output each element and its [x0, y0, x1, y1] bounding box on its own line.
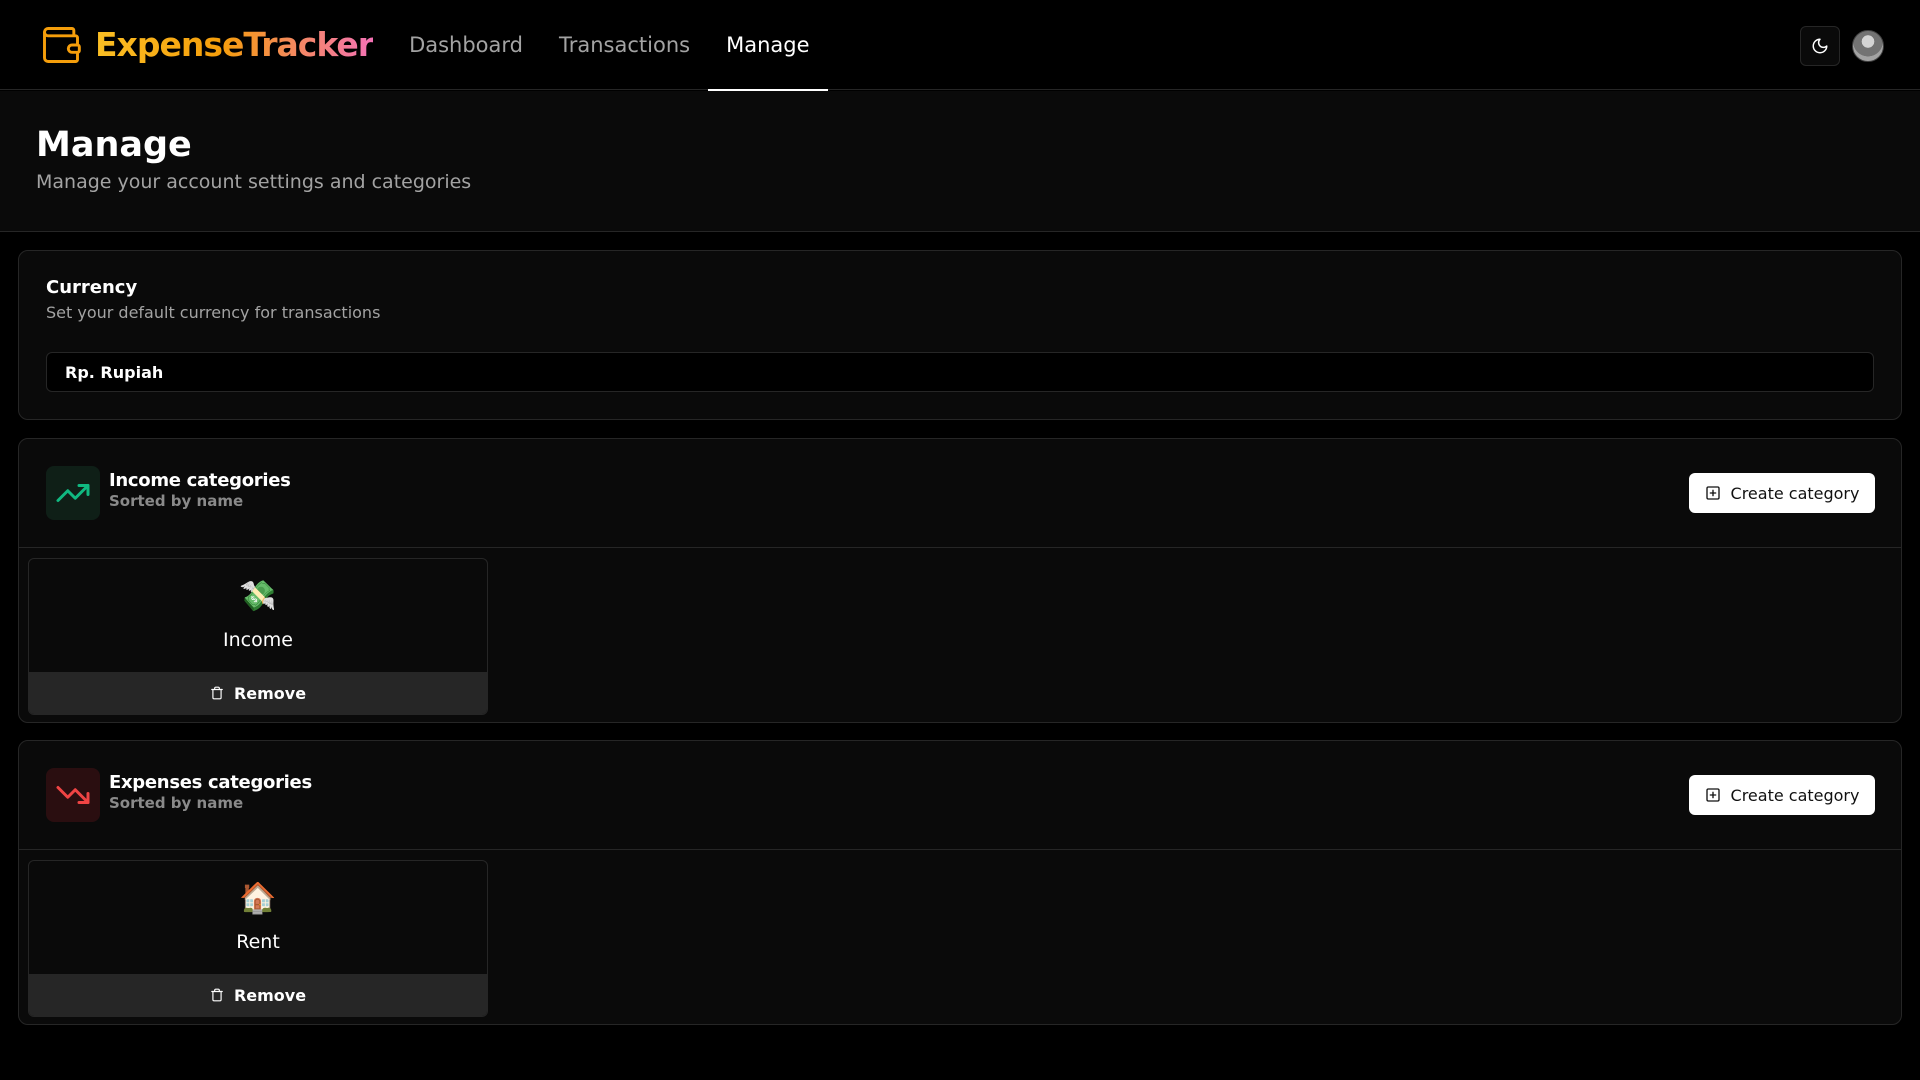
top-navbar: ExpenseTracker Dashboard Transactions Ma…	[0, 0, 1920, 91]
remove-income-category-button[interactable]: Remove	[29, 672, 487, 714]
expenses-categories-card: Expenses categories Sorted by name Creat…	[18, 740, 1902, 1025]
square-plus-icon	[1705, 788, 1720, 802]
square-plus-icon	[1705, 486, 1720, 500]
create-category-label: Create category	[1730, 483, 1860, 503]
currency-card: Currency Set your default currency for t…	[18, 250, 1902, 420]
brand-name: ExpenseTracker	[95, 25, 374, 64]
create-expense-category-button[interactable]: Create category	[1689, 775, 1875, 815]
trending-up-icon	[56, 484, 90, 502]
house-icon: 🏠	[239, 881, 277, 916]
income-trend-badge	[46, 466, 100, 520]
main-nav: Dashboard Transactions Manage	[391, 0, 828, 91]
remove-expense-category-button[interactable]: Remove	[29, 974, 487, 1016]
trash-icon	[211, 686, 223, 700]
nav-dashboard[interactable]: Dashboard	[391, 0, 541, 90]
create-category-label: Create category	[1730, 785, 1860, 805]
create-income-category-button[interactable]: Create category	[1689, 473, 1875, 513]
category-name: Income	[223, 629, 293, 651]
income-categories-title: Income categories	[109, 470, 291, 491]
income-categories-subtitle: Sorted by name	[109, 492, 244, 510]
trending-down-icon	[56, 786, 90, 804]
nav-actions	[1800, 26, 1884, 66]
nav-manage[interactable]: Manage	[708, 0, 828, 91]
income-categories-header: Income categories Sorted by name Create …	[19, 439, 1901, 548]
currency-title: Currency	[46, 277, 138, 298]
moon-icon	[1812, 38, 1828, 54]
page-title: Manage	[36, 125, 192, 165]
expenses-categories-header: Expenses categories Sorted by name Creat…	[19, 741, 1901, 850]
expenses-categories-subtitle: Sorted by name	[109, 794, 244, 812]
page-subtitle: Manage your account settings and categor…	[36, 171, 472, 193]
income-categories-card: Income categories Sorted by name Create …	[18, 438, 1902, 723]
wallet-icon	[43, 26, 81, 63]
remove-label: Remove	[233, 683, 307, 703]
user-avatar[interactable]	[1852, 30, 1884, 62]
currency-select[interactable]: Rp. Rupiah	[46, 352, 1874, 392]
expense-trend-badge	[46, 768, 100, 822]
category-name: Rent	[236, 931, 280, 953]
remove-label: Remove	[233, 985, 307, 1005]
theme-toggle-button[interactable]	[1800, 26, 1840, 66]
brand-logo-link[interactable]: ExpenseTracker	[39, 0, 374, 90]
expenses-categories-title: Expenses categories	[109, 772, 312, 793]
trash-icon	[211, 988, 223, 1002]
money-with-wings-icon: 💸	[239, 579, 277, 614]
nav-transactions[interactable]: Transactions	[541, 0, 708, 90]
currency-description: Set your default currency for transactio…	[46, 303, 381, 322]
category-item-income: 💸 Income Remove	[28, 558, 488, 715]
page-header: Manage Manage your account settings and …	[0, 91, 1920, 232]
category-item-rent: 🏠 Rent Remove	[28, 860, 488, 1017]
